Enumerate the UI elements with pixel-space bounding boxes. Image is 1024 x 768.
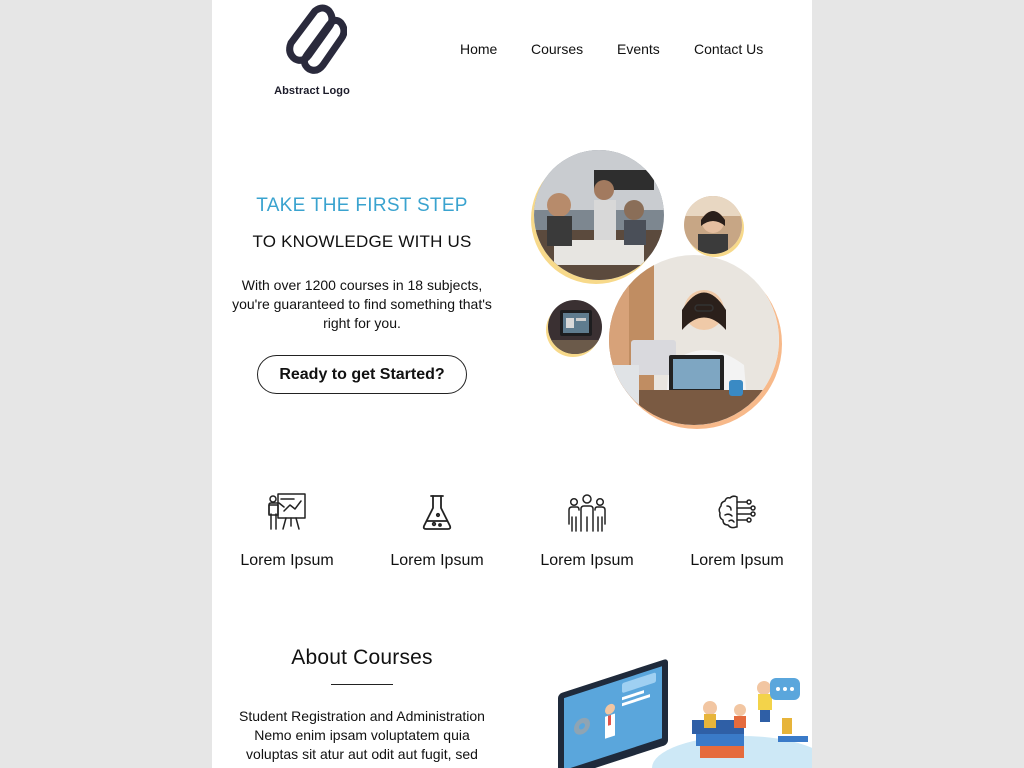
- page-container: Abstract Logo Home Courses Events Contac…: [212, 0, 812, 768]
- people-icon: [512, 490, 662, 534]
- feature-community[interactable]: Lorem Ipsum: [512, 490, 662, 570]
- nav-courses[interactable]: Courses: [531, 41, 583, 57]
- about-section: About Courses Student Registration and A…: [232, 646, 492, 764]
- logo-text: Abstract Logo: [274, 85, 350, 97]
- nav-events[interactable]: Events: [617, 41, 660, 57]
- learning-illustration: [552, 648, 812, 768]
- hero-photo-collage: [534, 150, 784, 430]
- hero-title: TO KNOWLEDGE WITH US: [252, 232, 472, 251]
- feature-label: Lorem Ipsum: [690, 552, 784, 569]
- student-photo-small: [684, 196, 742, 254]
- get-started-button[interactable]: Ready to get Started?: [257, 355, 467, 394]
- meeting-photo: [534, 150, 664, 280]
- presentation-icon: [212, 490, 362, 534]
- hero-section: TAKE THE FIRST STEP TO KNOWLEDGE WITH US…: [227, 190, 497, 394]
- about-subtitle: Student Registration and Administration: [239, 708, 485, 724]
- hero-body: With over 1200 courses in 18 subjects, y…: [232, 277, 492, 331]
- feature-science[interactable]: Lorem Ipsum: [362, 490, 512, 570]
- flask-icon: [362, 490, 512, 534]
- nav-contact-us[interactable]: Contact Us: [694, 41, 763, 57]
- hero-kicker: TAKE THE FIRST STEP: [256, 195, 468, 216]
- about-body: Nemo enim ipsam voluptatem quia voluptas…: [246, 727, 478, 762]
- laptop-student-photo: [609, 255, 779, 425]
- brain-circuit-icon: [662, 490, 812, 534]
- about-title: About Courses: [291, 646, 433, 669]
- feature-mind[interactable]: Lorem Ipsum: [662, 490, 812, 570]
- feature-label: Lorem Ipsum: [240, 552, 334, 569]
- abstract-logo-icon: [286, 4, 347, 74]
- nav-home[interactable]: Home: [460, 41, 497, 57]
- about-divider: [331, 684, 393, 685]
- logo[interactable]: Abstract Logo: [268, 3, 356, 99]
- feature-label: Lorem Ipsum: [390, 552, 484, 569]
- tablet-photo-small: [548, 300, 602, 354]
- feature-presentation[interactable]: Lorem Ipsum: [212, 490, 362, 570]
- feature-label: Lorem Ipsum: [540, 552, 634, 569]
